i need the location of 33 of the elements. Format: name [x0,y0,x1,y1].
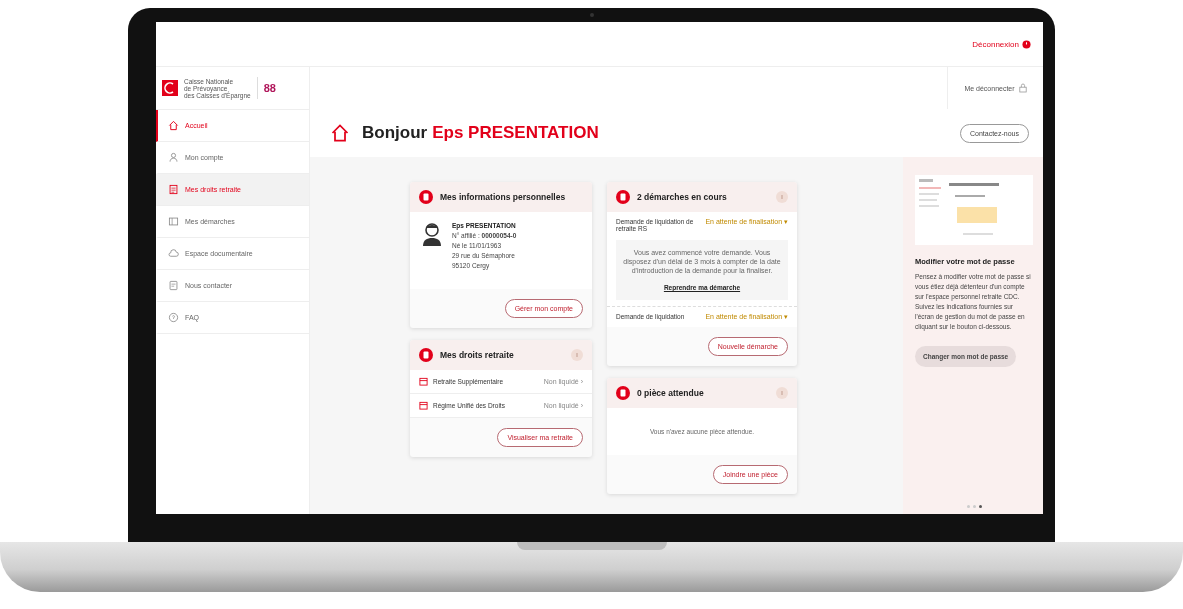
avatar-icon [422,222,442,246]
card-title: 0 pièce attendue [637,388,705,398]
help-icon[interactable] [571,349,583,361]
greeting-title: Bonjour Eps PRESENTATION [362,123,599,143]
help-icon [168,312,179,323]
carousel-dot[interactable] [966,505,970,508]
camera-icon [590,13,594,17]
card-title: 2 démarches en cours [637,192,728,202]
document-circle-icon [616,386,630,400]
folder-icon [168,216,179,227]
home-icon [330,123,350,143]
power-icon [1022,39,1031,49]
logo-number: 88 [263,82,276,94]
person-icon [168,152,179,163]
lock-icon [1018,83,1027,93]
document-icon [168,184,179,195]
cloud-icon [168,248,179,259]
person-circle-icon [419,190,433,204]
document-circle-icon [616,190,630,204]
logo-mark-icon [162,80,178,96]
help-icon[interactable] [776,191,788,203]
calendar-icon [419,377,428,386]
logout-link[interactable]: Déconnexion [972,39,1019,49]
help-icon[interactable] [776,387,788,399]
document-circle-icon [419,348,433,362]
card-title: Mes informations personnelles [440,192,567,202]
calendar-icon [419,401,428,410]
carousel-dot[interactable] [978,505,982,508]
card-title: Mes droits retraite [440,350,515,360]
contact-card-icon [168,280,179,291]
carousel-dot[interactable] [972,505,976,508]
home-icon [168,120,179,131]
procedure-item[interactable] [607,212,797,307]
